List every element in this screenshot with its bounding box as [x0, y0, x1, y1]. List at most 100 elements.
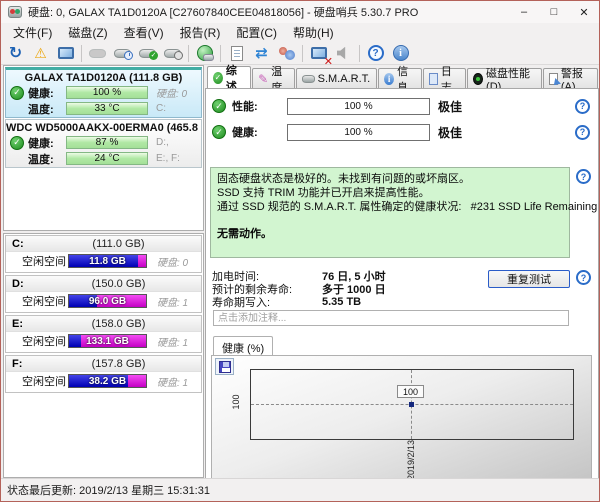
tab-information[interactable]: i信息: [378, 68, 422, 88]
partition-letter: E:: [12, 318, 42, 330]
minimize-button[interactable]: –: [509, 1, 539, 23]
tab-temperature[interactable]: ✎温度: [252, 68, 295, 88]
written-value: 5.35 TB: [322, 296, 361, 308]
help-icon[interactable]: ?: [575, 125, 590, 140]
health-rating: 极佳: [438, 124, 462, 141]
space-bar: 133.1 GB: [68, 334, 147, 348]
warning-icon[interactable]: ⚠: [28, 43, 53, 64]
drive-item-wdc[interactable]: WDC WD5000AAKX-00ERMA0 (465.8 GB) ✓ 健康: …: [5, 119, 202, 168]
tab-alerts[interactable]: 警报(A): [543, 68, 598, 88]
performance-label: 性能:: [232, 98, 287, 114]
window-title: 硬盘: 0, GALAX TA1D0120A [C27607840CEE0481…: [28, 4, 418, 20]
data-point: [409, 402, 414, 407]
toolbar: ↻ ⚠ ✓ ⇄ ✕ ? i: [1, 42, 599, 65]
drive-title: WDC WD5000AAKX-00ERMA0 (465.8 GB): [6, 120, 201, 135]
health-ok-icon: ✓: [212, 125, 226, 139]
drive-number-note: 硬盘: 0: [156, 85, 187, 100]
lifetime-info: 加电时间:76 日, 5 小时 预计的剩余寿命:多于 1000 日 寿命期写入:…: [212, 269, 386, 308]
app-icon: [8, 6, 22, 18]
disk-status-text: 固态硬盘状态是极好的。未找到有问题的或坏扇区。 SSD 支持 TRIM 功能并已…: [210, 167, 570, 258]
menu-view[interactable]: 查看(V): [116, 22, 172, 43]
info-icon[interactable]: i: [388, 43, 413, 64]
partition-item-d[interactable]: D: (150.0 GB) 空闲空间 96.0 GB 硬盘: 1: [5, 275, 202, 313]
tab-smart[interactable]: S.M.A.R.T.: [296, 68, 378, 88]
partition-letter: F:: [12, 358, 42, 370]
refresh-icon[interactable]: ↻: [3, 43, 28, 64]
overview-tab-icon: ✓: [213, 72, 223, 84]
alert-page-icon: [549, 73, 558, 85]
help-icon[interactable]: ?: [575, 99, 590, 114]
monitor-edit-icon[interactable]: ✕: [306, 43, 331, 64]
gauge-icon: [473, 73, 483, 85]
disk-disabled-icon[interactable]: [85, 43, 110, 64]
data-point-label: 100: [397, 385, 424, 398]
status-action-line: 无需动作。: [217, 227, 563, 241]
toolbar-separator: [220, 45, 221, 62]
free-space-label: 空闲空间: [22, 293, 68, 309]
disk-number-note: 硬盘: 0: [157, 254, 188, 269]
status-bar: 状态最后更新: 2019/2/13 星期三 15:31:31: [1, 478, 599, 501]
users-icon[interactable]: [274, 43, 299, 64]
app-window: 硬盘: 0, GALAX TA1D0120A [C27607840CEE0481…: [0, 0, 600, 502]
info-tab-icon: i: [384, 73, 394, 85]
menu-bar: 文件(F) 磁盘(Z) 查看(V) 报告(R) 配置(C) 帮助(H): [1, 23, 599, 42]
disk-check-icon[interactable]: ✓: [135, 43, 160, 64]
help-icon[interactable]: ?: [576, 169, 591, 184]
drive-letters-note: E:, F:: [156, 153, 180, 164]
partition-item-f[interactable]: F: (157.8 GB) 空闲空间 38.2 GB 硬盘: 1: [5, 355, 202, 393]
menu-file[interactable]: 文件(F): [5, 22, 60, 43]
speaker-icon[interactable]: [331, 43, 356, 64]
partition-item-c[interactable]: C: (111.0 GB) 空闲空间 11.8 GB 硬盘: 0: [5, 235, 202, 273]
menu-help[interactable]: 帮助(H): [285, 22, 342, 43]
monitor-disk-icon[interactable]: [53, 43, 78, 64]
thermometer-icon: ✎: [258, 73, 268, 85]
report-icon[interactable]: [224, 43, 249, 64]
menu-report[interactable]: 报告(R): [172, 22, 229, 43]
disk-number-note: 硬盘: 1: [157, 374, 188, 389]
written-label: 寿命期写入:: [212, 294, 322, 310]
partition-item-e[interactable]: E: (158.0 GB) 空闲空间 133.1 GB 硬盘: 1: [5, 315, 202, 353]
sync-icon[interactable]: ⇄: [249, 43, 274, 64]
health-chart-panel: 100 100 2019/2/13: [211, 355, 592, 497]
save-chart-button[interactable]: [215, 358, 234, 375]
help-icon[interactable]: ?: [363, 43, 388, 64]
health-bar: 100 %: [287, 124, 430, 141]
y-axis-tick: 100: [231, 382, 241, 422]
tab-log[interactable]: 日志: [423, 68, 465, 88]
disk-search-icon[interactable]: [160, 43, 185, 64]
performance-ok-icon: ✓: [212, 99, 226, 113]
status-line: 通过 SSD 规范的 S.M.A.R.T. 属性确定的健康状况: #231 SS…: [217, 200, 563, 214]
drive-ok-icon: ✓: [10, 136, 24, 150]
tab-overview[interactable]: ✓综述: [207, 66, 251, 88]
globe-disk-icon[interactable]: [192, 43, 217, 64]
performance-rating: 极佳: [438, 98, 462, 115]
retest-button[interactable]: 重复测试: [488, 270, 570, 288]
toolbar-separator: [81, 45, 82, 62]
health-bar: 100 %: [66, 86, 148, 99]
detail-panel: ✓综述 ✎温度 S.M.A.R.T. i信息 日志 磁盘性能(D) 警报(A) …: [205, 65, 599, 479]
drive-item-galax[interactable]: GALAX TA1D0120A (111.8 GB) ✓ 健康: 100 % 硬…: [5, 67, 202, 118]
temp-label: 温度:: [28, 151, 66, 167]
partition-size: (157.8 GB): [42, 358, 195, 370]
close-button[interactable]: ✕: [569, 1, 599, 23]
space-bar: 96.0 GB: [68, 294, 147, 308]
tab-bar: ✓综述 ✎温度 S.M.A.R.T. i信息 日志 磁盘性能(D) 警报(A): [205, 67, 599, 88]
note-input[interactable]: [213, 310, 569, 326]
help-icon[interactable]: ?: [576, 270, 591, 285]
menu-disk[interactable]: 磁盘(Z): [60, 22, 115, 43]
status-line: SSD 支持 TRIM 功能并已开启来提高性能。: [217, 186, 563, 200]
menu-config[interactable]: 配置(C): [228, 22, 285, 43]
temp-label: 温度:: [28, 101, 66, 117]
drive-letters-note: C:: [156, 103, 166, 114]
overview-page: ✓ 性能: 100 % 极佳 ? ✓ 健康: 100 % 极佳 ? 固态硬盘状态…: [205, 88, 599, 479]
free-space-label: 空闲空间: [22, 333, 68, 349]
tab-disk-performance[interactable]: 磁盘性能(D): [467, 68, 542, 88]
maximize-button[interactable]: □: [539, 1, 569, 23]
tab-health-chart[interactable]: 健康 (%): [213, 336, 273, 355]
partition-letter: C:: [12, 238, 42, 250]
status-line: 固态硬盘状态是极好的。未找到有问题的或坏扇区。: [217, 172, 563, 186]
floppy-icon: [219, 361, 231, 373]
disk-clock-icon[interactable]: [110, 43, 135, 64]
temp-bar: 33 °C: [66, 102, 148, 115]
partition-size: (150.0 GB): [42, 278, 195, 290]
